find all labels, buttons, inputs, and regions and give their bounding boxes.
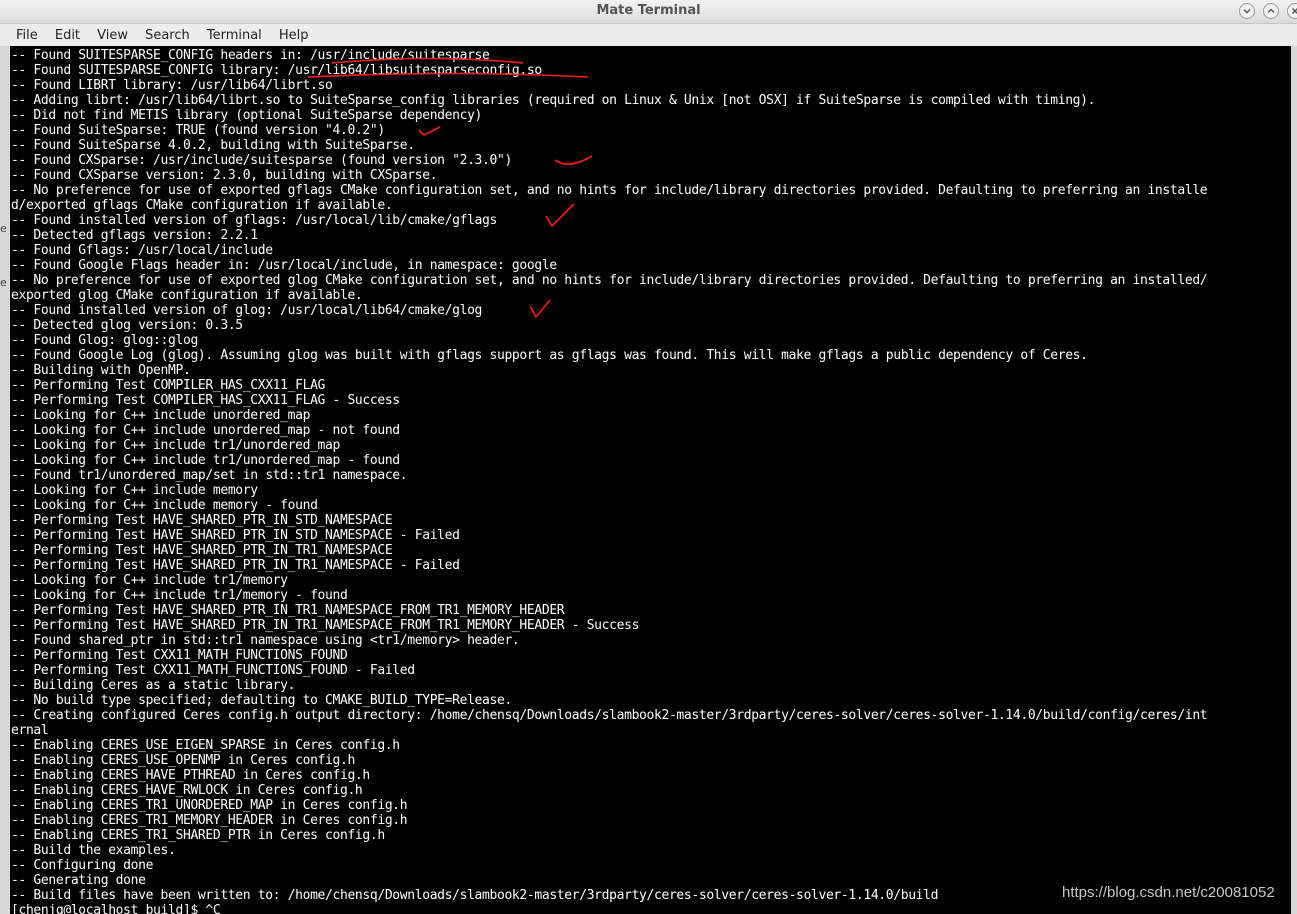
terminal-line: -- No preference for use of exported glo… <box>11 273 1208 288</box>
terminal-line: -- No build type specified; defaulting t… <box>11 693 512 708</box>
terminal-line: -- Found Google Log (glog). Assuming glo… <box>11 348 1088 363</box>
terminal-line: -- Enabling CERES_USE_EIGEN_SPARSE in Ce… <box>11 738 400 753</box>
terminal-line: -- Found CXSparse version: 2.3.0, buildi… <box>11 168 438 183</box>
terminal-line: -- Detected glog version: 0.3.5 <box>11 318 243 333</box>
terminal-line: -- Performing Test HAVE_SHARED_PTR_IN_ST… <box>11 528 460 543</box>
terminal-line: -- Performing Test HAVE_SHARED_PTR_IN_TR… <box>11 603 565 618</box>
menu-edit[interactable]: Edit <box>55 25 80 43</box>
terminal-line: -- Found installed version of gflags: /u… <box>11 213 497 228</box>
terminal-line: -- Found LIBRT library: /usr/lib64/librt… <box>11 78 333 93</box>
terminal-line: -- Performing Test HAVE_SHARED_PTR_IN_TR… <box>11 558 460 573</box>
menu-terminal[interactable]: Terminal <box>207 25 262 43</box>
terminal-line: -- Enabling CERES_HAVE_PTHREAD in Ceres … <box>11 768 370 783</box>
terminal-line: -- Found Google Flags header in: /usr/lo… <box>11 258 557 273</box>
terminal-line: -- No preference for use of exported gfl… <box>11 183 1208 198</box>
terminal-line: -- Performing Test HAVE_SHARED_PTR_IN_ST… <box>11 513 393 528</box>
title-bar[interactable]: Mate Terminal <box>0 0 1297 24</box>
terminal-line: exported glog CMake configuration if ava… <box>11 288 363 303</box>
terminal-line: -- Performing Test HAVE_SHARED_PTR_IN_TR… <box>11 618 640 633</box>
chevron-down-icon <box>1243 9 1251 14</box>
close-button[interactable] <box>1287 3 1297 19</box>
terminal-line: -- Building with OpenMP. <box>11 363 191 378</box>
menu-file[interactable]: File <box>16 25 38 43</box>
watermark: https://blog.csdn.net/c20081052 <box>1062 884 1275 901</box>
terminal-line: -- Detected gflags version: 2.2.1 <box>11 228 258 243</box>
background-window-edge-right <box>1291 46 1297 914</box>
window-title: Mate Terminal <box>596 3 701 18</box>
terminal-line: -- Build the examples. <box>11 843 176 858</box>
terminal-line: -- Generating done <box>11 873 146 888</box>
terminal-line: -- Build files have been written to: /ho… <box>11 888 939 903</box>
terminal-line: -- Looking for C++ include tr1/memory <box>11 573 288 588</box>
terminal-line: ernal <box>11 723 49 738</box>
background-glyph: e <box>0 222 7 235</box>
terminal-line: -- Enabling CERES_HAVE_RWLOCK in Ceres c… <box>11 783 363 798</box>
terminal-line: -- Looking for C++ include unordered_map… <box>11 423 400 438</box>
menu-view[interactable]: View <box>97 25 128 43</box>
menu-help[interactable]: Help <box>279 25 309 43</box>
terminal-line: -- Looking for C++ include tr1/memory - … <box>11 588 348 603</box>
terminal-line: -- Found tr1/unordered_map/set in std::t… <box>11 468 408 483</box>
terminal-line: -- Did not find METIS library (optional … <box>11 108 483 123</box>
chevron-up-icon <box>1267 8 1275 13</box>
terminal-line: d/exported gflags CMake configuration if… <box>11 198 393 213</box>
terminal-line: -- Found shared_ptr in std::tr1 namespac… <box>11 633 520 648</box>
terminal-line: -- Looking for C++ include memory <box>11 483 258 498</box>
terminal-line: -- Configuring done <box>11 858 154 873</box>
terminal-line: -- Enabling CERES_USE_OPENMP in Ceres co… <box>11 753 355 768</box>
terminal-line: -- Found SUITESPARSE_CONFIG headers in: … <box>11 48 490 63</box>
terminal-line: -- Creating configured Ceres config.h ou… <box>11 708 1208 723</box>
terminal-line: -- Performing Test COMPILER_HAS_CXX11_FL… <box>11 378 326 393</box>
terminal-line: -- Enabling CERES_TR1_SHARED_PTR in Cere… <box>11 828 385 843</box>
terminal-output[interactable]: -- Found SUITESPARSE_CONFIG headers in: … <box>10 46 1291 914</box>
terminal-line: -- Enabling CERES_TR1_UNORDERED_MAP in C… <box>11 798 408 813</box>
background-glyph: e <box>0 276 7 289</box>
close-icon <box>1292 8 1297 14</box>
terminal-line: -- Found Gflags: /usr/local/include <box>11 243 273 258</box>
terminal-line: -- Found SuiteSparse: TRUE (found versio… <box>11 123 385 138</box>
menu-search[interactable]: Search <box>145 25 190 43</box>
terminal-line: -- Enabling CERES_TR1_MEMORY_HEADER in C… <box>11 813 408 828</box>
background-window-edge: e e <box>0 46 10 914</box>
terminal-line: [chenjq@localhost build]$ ^C <box>11 903 221 914</box>
maximize-button[interactable] <box>1263 3 1279 19</box>
terminal-line: -- Looking for C++ include memory - foun… <box>11 498 318 513</box>
terminal-line: -- Found installed version of glog: /usr… <box>11 303 483 318</box>
terminal-line: -- Adding librt: /usr/lib64/librt.so to … <box>11 93 1096 108</box>
terminal-line: -- Looking for C++ include tr1/unordered… <box>11 453 400 468</box>
terminal-line: -- Building Ceres as a static library. <box>11 678 296 693</box>
terminal-line: -- Performing Test CXX11_MATH_FUNCTIONS_… <box>11 663 415 678</box>
terminal-line: -- Performing Test CXX11_MATH_FUNCTIONS_… <box>11 648 348 663</box>
terminal-line: -- Found SuiteSparse 4.0.2, building wit… <box>11 138 415 153</box>
terminal-line: -- Performing Test HAVE_SHARED_PTR_IN_TR… <box>11 543 393 558</box>
terminal-line: -- Looking for C++ include tr1/unordered… <box>11 438 340 453</box>
minimize-button[interactable] <box>1239 3 1255 19</box>
menu-bar: File Edit View Search Terminal Help <box>0 24 1297 46</box>
terminal-line: -- Found SUITESPARSE_CONFIG library: /us… <box>11 63 542 78</box>
terminal-line: -- Looking for C++ include unordered_map <box>11 408 311 423</box>
terminal-line: -- Performing Test COMPILER_HAS_CXX11_FL… <box>11 393 400 408</box>
terminal-lines: -- Found SUITESPARSE_CONFIG headers in: … <box>11 48 1208 914</box>
terminal-line: -- Found CXSparse: /usr/include/suitespa… <box>11 153 512 168</box>
terminal-line: -- Found Glog: glog::glog <box>11 333 198 348</box>
